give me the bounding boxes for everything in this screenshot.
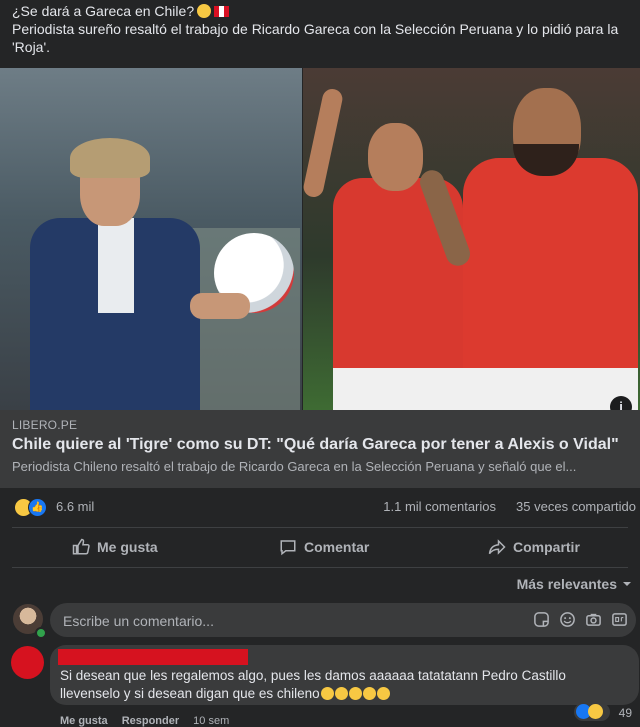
link-image-left[interactable] bbox=[0, 68, 302, 410]
peru-flag-icon bbox=[214, 6, 230, 17]
player-1-shorts bbox=[333, 368, 463, 410]
gif-icon[interactable] bbox=[611, 611, 628, 628]
laughing-emoji-icon bbox=[320, 687, 334, 700]
comment-bubble: Si desean que les regalemos algo, pues l… bbox=[50, 645, 639, 705]
redacted-commenter-name[interactable] bbox=[58, 649, 248, 665]
shirt bbox=[98, 218, 134, 313]
laughing-emoji-icon bbox=[334, 687, 348, 700]
link-domain: LIBERO.PE bbox=[12, 418, 78, 432]
comment-input[interactable] bbox=[61, 603, 465, 639]
comment-reactions[interactable] bbox=[574, 703, 610, 721]
online-status-indicator bbox=[35, 627, 47, 639]
like-label: Me gusta bbox=[97, 539, 158, 555]
worried-emoji-icon bbox=[197, 4, 212, 18]
thumbs-up-icon bbox=[72, 538, 90, 555]
camera-icon[interactable] bbox=[585, 611, 602, 628]
laughing-emoji-icon bbox=[362, 687, 376, 700]
comment-text-line2: llevenselo y si desean digan que es chil… bbox=[60, 686, 320, 701]
comment-timestamp[interactable]: 10 sem bbox=[193, 715, 229, 727]
post-text: ¿Se dará a Gareca en Chile? Periodista s… bbox=[12, 2, 632, 56]
player-1-raised-arm bbox=[303, 87, 345, 199]
haha-reaction-icon bbox=[588, 704, 603, 719]
sticker-icon[interactable] bbox=[533, 611, 550, 628]
divider-top bbox=[12, 527, 628, 528]
like-reaction-icon: 👍 bbox=[28, 498, 47, 517]
comment-text-line1: Si desean que les regalemos algo, pues l… bbox=[60, 668, 566, 683]
share-arrow-icon bbox=[488, 539, 506, 555]
commenter-avatar[interactable] bbox=[11, 646, 44, 679]
divider-bottom bbox=[12, 567, 628, 568]
comment-composer[interactable] bbox=[50, 603, 636, 639]
chevron-down-icon bbox=[623, 582, 631, 586]
like-button[interactable]: Me gusta bbox=[72, 530, 158, 564]
share-label: Compartir bbox=[513, 539, 580, 555]
shares-count[interactable]: 35 veces compartido bbox=[516, 499, 636, 514]
comment-text: Si desean que les regalemos algo, pues l… bbox=[60, 667, 630, 703]
comment-button[interactable]: Comentar bbox=[279, 530, 369, 564]
share-button[interactable]: Compartir bbox=[488, 530, 580, 564]
laughing-emoji-icon bbox=[376, 687, 390, 700]
reaction-count[interactable]: 6.6 mil bbox=[56, 499, 94, 514]
comment-meta: Me gusta Responder 10 sem bbox=[60, 715, 229, 727]
coach-hair bbox=[70, 138, 150, 178]
emoji-icon[interactable] bbox=[559, 611, 576, 628]
composer-tools bbox=[533, 611, 628, 628]
comment-reaction-count[interactable]: 49 bbox=[619, 706, 632, 720]
comment-bubble-icon bbox=[280, 540, 296, 556]
player-2-jersey bbox=[463, 158, 638, 380]
link-image-right[interactable] bbox=[303, 68, 640, 410]
comment-like-link[interactable]: Me gusta bbox=[60, 715, 108, 727]
comment-label: Comentar bbox=[304, 539, 370, 555]
comment-reply-link[interactable]: Responder bbox=[122, 715, 179, 727]
player-1-face bbox=[368, 123, 423, 191]
link-preview[interactable]: LIBERO.PE Chile quiere al 'Tigre' como s… bbox=[0, 410, 640, 488]
post-headline: ¿Se dará a Gareca en Chile? bbox=[12, 2, 632, 20]
post-body: Periodista sureño resaltó el trabajo de … bbox=[12, 21, 619, 55]
link-description: Periodista Chileno resaltó el trabajo de… bbox=[12, 459, 577, 474]
reaction-icons[interactable]: 👍 bbox=[14, 498, 50, 517]
comment-sort-dropdown[interactable]: Más relevantes bbox=[517, 576, 632, 592]
coach-hand bbox=[190, 293, 250, 319]
link-title[interactable]: Chile quiere al 'Tigre' como su DT: "Qué… bbox=[12, 436, 619, 454]
comments-count[interactable]: 1.1 mil comentarios bbox=[383, 499, 496, 514]
post-stats: 👍 6.6 mil 1.1 mil comentarios 35 veces c… bbox=[0, 488, 640, 524]
sort-label: Más relevantes bbox=[516, 576, 617, 592]
action-bar: Me gusta Comentar Compartir bbox=[0, 530, 640, 564]
post-headline-text: ¿Se dará a Gareca en Chile? bbox=[12, 3, 195, 19]
laughing-emoji-icon bbox=[348, 687, 362, 700]
